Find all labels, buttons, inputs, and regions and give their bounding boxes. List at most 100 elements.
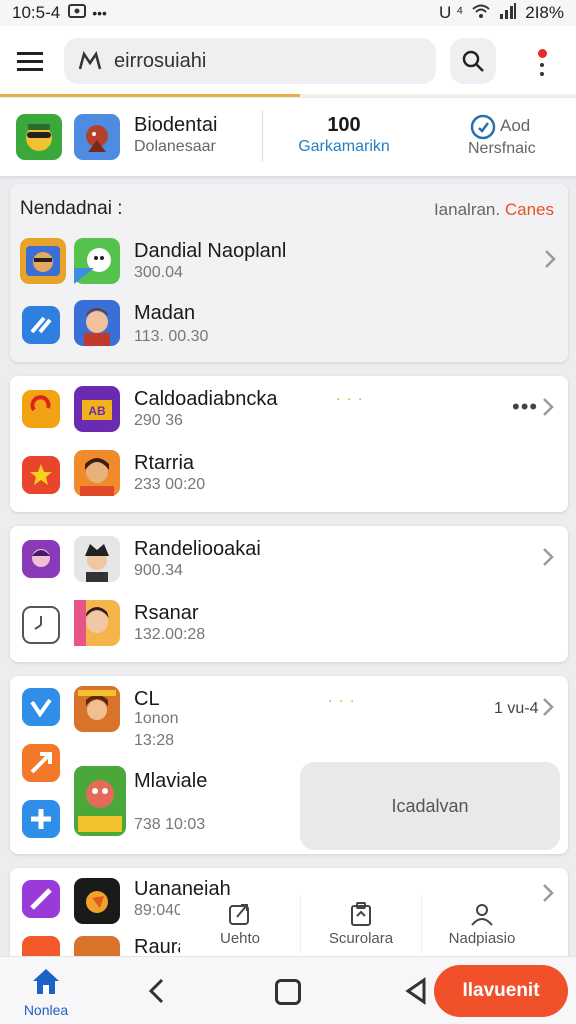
item-name[interactable]: Caldoadiabncka [134,388,277,411]
m-logo-icon [78,51,102,70]
item-meta: 1onon [134,710,179,727]
action-share[interactable]: Uehto [180,895,301,953]
chevron-right-icon[interactable] [540,546,556,568]
app-icon[interactable] [22,744,60,782]
app-icon[interactable] [74,114,120,160]
recents-icon[interactable] [275,979,301,1005]
back-triangle-icon[interactable] [404,977,428,1005]
loading-dots: ˙ ˙ ˙ [336,396,364,416]
stats-title: Biodentai [134,114,218,136]
app-icon[interactable] [74,686,120,732]
action-profile[interactable]: Nadpiasio [422,895,542,953]
item-meta: 113. 00.30 [134,328,209,345]
app-bar: eirrosuiahi [0,26,576,96]
clock-icon[interactable] [22,606,60,644]
bottom-navigation: Nonlea Ilavuenit [0,956,576,1024]
stats-count: 100 [327,114,361,136]
search-value: eirrosuiahi [114,49,207,72]
item-meta: 300.04 [134,264,183,281]
app-icon[interactable] [16,114,62,160]
app-icon[interactable] [22,306,60,344]
item-name[interactable]: Rtarria [134,452,194,475]
action-label: Scurolara [328,930,394,947]
app-icon[interactable] [74,450,120,496]
menu-button[interactable] [0,26,60,96]
dot-icon [540,62,544,67]
app-icon[interactable] [74,238,120,284]
popup-text: Icadalvan [391,795,469,816]
recommended-card: Nendadnai : Ianalran. Canes Dandial Naop… [10,184,568,362]
search-input[interactable]: eirrosuiahi [64,38,436,84]
app-icon[interactable] [22,540,60,578]
primary-cta-button[interactable]: Ilavuenit [434,965,568,1017]
section-title: Nendadnai : [20,198,123,219]
notification-dot-icon [537,48,547,58]
app-icon[interactable] [74,600,120,646]
stats-card: Biodentai Dolanesaar 100 Garkamarikn Aod… [0,98,576,176]
app-icon[interactable] [22,800,60,838]
back-icon[interactable] [146,977,166,1005]
status-time: 10:5-4 [12,3,61,22]
add-label[interactable]: Aod [500,116,530,136]
app-icon[interactable] [20,238,66,284]
action-label: Nadpiasio [448,930,516,947]
item-meta-secondary: 13:28 [134,732,175,749]
item-meta: 738 10:03 [134,816,206,833]
toast-popup[interactable]: Icadalvan [300,762,560,850]
chevron-right-icon[interactable] [542,248,558,270]
hamburger-icon [17,52,43,71]
loading-dots: ˙ ˙ ˙ [328,698,356,718]
more-icon[interactable]: ••• [512,394,538,420]
item-meta: 89:040 [134,902,183,919]
item-meta: 233 00:20 [134,476,206,493]
app-icon[interactable] [22,688,60,726]
app-icon[interactable] [74,536,120,582]
item-right-text: 1 vu-4 [494,700,539,717]
nav-home-label: Nonlea [23,1002,69,1018]
dot-icon [540,71,544,76]
overflow-menu-button[interactable] [522,40,562,84]
item-name[interactable]: Randeliooakai [134,538,261,561]
app-icon[interactable] [22,390,60,428]
item-name[interactable]: Dandial Naoplanl [134,240,286,263]
app-icon[interactable] [74,766,126,836]
svg-text:AB: AB [88,404,106,418]
chevron-right-icon[interactable] [540,696,556,718]
item-name[interactable]: CL [134,688,160,711]
floating-action-bar: Uehto Scurolara Nadpiasio [180,895,542,953]
app-icon[interactable] [22,880,60,918]
nav-home[interactable]: Nonlea [18,967,74,1021]
share-icon [229,904,249,925]
item-meta: 900.34 [134,562,183,579]
search-button[interactable] [450,38,496,84]
stats-subtitle: Dolanesaar [134,138,216,155]
action-label: Uehto [219,930,261,947]
list-card: AB Caldoadiabncka 290 36 ˙ ˙ ˙ ••• Rtarr… [10,376,568,512]
home-icon [33,969,59,994]
item-meta: 132.00:28 [134,626,206,643]
app-icon[interactable] [22,456,60,494]
list-card: Randeliooakai 900.34 Rsanar 132.00:28 [10,526,568,662]
status-icons: U ⁴ [438,3,464,22]
clipboard-icon [351,902,371,926]
chevron-right-icon[interactable] [540,882,556,904]
status-dots-icon: ••• [92,5,107,21]
item-name[interactable]: Madan [134,302,195,325]
chevron-right-icon[interactable] [540,396,556,418]
app-icon[interactable] [74,878,120,924]
battery-label: 2I8% [525,3,564,22]
app-icon[interactable]: AB [74,386,120,432]
item-name[interactable]: Mlaviale [134,770,207,793]
add-sublabel: Nersfnaic [468,140,536,157]
signal-icon [499,2,517,24]
wifi-icon [471,3,491,24]
action-clipboard[interactable]: Scurolara [301,895,422,953]
search-icon [462,50,484,72]
divider [262,110,263,162]
app-icon[interactable] [74,300,120,346]
item-meta: 290 36 [134,412,183,429]
item-name[interactable]: Rsanar [134,602,198,625]
section-link[interactable]: Ianalran. Canes [434,200,554,220]
status-bar: 10:5-4 ••• U ⁴ 2I8% [0,0,576,26]
stats-count-label[interactable]: Garkamarikn [290,138,398,156]
